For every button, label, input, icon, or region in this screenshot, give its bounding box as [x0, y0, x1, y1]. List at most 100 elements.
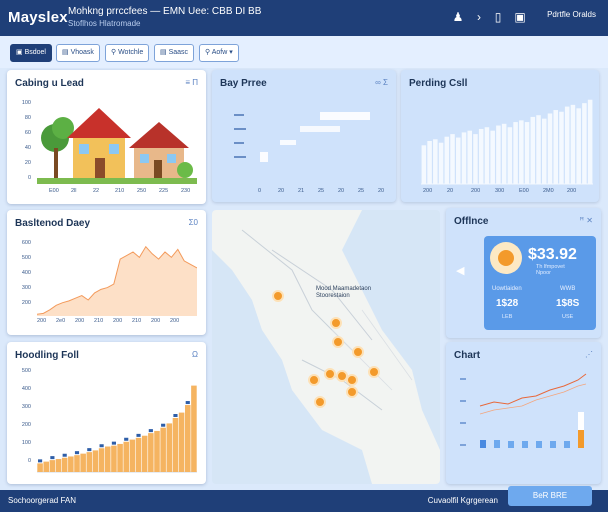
bar — [178, 412, 185, 472]
bar — [68, 456, 74, 472]
user-icon[interactable]: ♟ — [450, 9, 466, 25]
bar — [501, 123, 507, 184]
map-marker[interactable] — [330, 317, 342, 329]
x-tick-label: 200 — [567, 188, 577, 194]
y-tick-label: 80 — [24, 115, 31, 121]
panel-menu-icon[interactable]: Σ0 — [189, 218, 198, 227]
toolbar-button-4[interactable]: ▤ Saasc — [154, 44, 195, 62]
house-roof — [67, 108, 131, 138]
calendar-icon[interactable]: ▣ — [512, 9, 528, 25]
map-marker[interactable] — [346, 386, 358, 398]
bar-label-marker — [87, 448, 92, 452]
map-marker[interactable] — [346, 374, 358, 386]
toolbar-button-3[interactable]: ⚲ Wotchle — [105, 44, 150, 62]
document-icon[interactable]: ▯ — [490, 9, 506, 25]
x-tick-label: 300 — [495, 188, 505, 194]
bar — [104, 446, 111, 472]
x-tick-label: 200 — [471, 188, 481, 194]
stat-label-right: WWB — [560, 286, 576, 292]
toolbar-button-label: Bsdoel — [24, 49, 46, 56]
x-tick-label: E00 — [49, 188, 59, 194]
page-title: Mohkng prrccfees — EMN Uee: CBB DI BB — [68, 6, 262, 17]
page-subtitle: Stoflhos Hlatromade — [68, 19, 141, 28]
footer-action-button[interactable]: BeR BRE — [508, 486, 592, 506]
area-fill — [37, 246, 197, 316]
map-panel[interactable]: Mood Maamadetaon Stoorestaion — [212, 210, 440, 484]
y-tick-label: 200 — [21, 422, 31, 428]
pending-panel: Perding Csll 200 20 200 300 E00 2M0 200 — [401, 70, 599, 202]
map-marker[interactable] — [314, 396, 326, 408]
bar — [587, 99, 593, 184]
stat-value-right: 1$8S — [556, 298, 580, 309]
bar — [564, 106, 570, 184]
toolbar-button-label: Vhoask — [70, 49, 94, 56]
map-marker[interactable] — [324, 368, 336, 380]
brand-logo[interactable]: Mayslex — [8, 9, 68, 26]
y-tick-label: 600 — [21, 240, 31, 246]
stats-gauge-icon — [490, 242, 522, 274]
bar — [444, 136, 450, 184]
bar-label-marker — [38, 459, 43, 463]
bar — [43, 461, 50, 472]
bar-label-marker — [173, 414, 178, 417]
bar — [86, 452, 93, 472]
chart-panel: Chart ⋰ — [446, 342, 601, 484]
y-tick-label: 500 — [21, 368, 31, 374]
bar — [519, 120, 524, 184]
toolbar-button-1[interactable]: ▣ Bsdoel — [10, 44, 52, 62]
map-marker[interactable] — [272, 290, 284, 302]
x-tick-label: 210 — [132, 318, 142, 324]
y-tick-label: 100 — [21, 100, 31, 106]
map-marker[interactable] — [368, 366, 380, 378]
pending-bar-chart — [421, 99, 593, 185]
chevron-right-icon[interactable]: › — [471, 9, 487, 25]
bar — [129, 439, 136, 472]
x-tick-label: 20 — [378, 188, 385, 194]
bar — [524, 122, 530, 184]
bar — [461, 132, 467, 184]
bar — [559, 111, 564, 184]
map-marker[interactable] — [352, 346, 364, 358]
panel-title: Offlnce — [454, 216, 489, 227]
bar — [484, 127, 490, 184]
stat-value-left: 1$28 — [496, 298, 519, 309]
y-tick-label: 0 — [27, 458, 31, 464]
panel-menu-icon[interactable]: ⋰ — [585, 350, 593, 359]
panel-menu-icon[interactable]: ≡ Π — [185, 78, 198, 87]
stat-label-left: Uowtlaiden — [492, 286, 522, 292]
panel-menu-icon[interactable]: ∞ Σ — [375, 78, 388, 87]
bar — [166, 423, 173, 472]
x-tick-label: 20 — [338, 188, 345, 194]
panel-menu-icon[interactable]: ꟸ ✕ — [579, 216, 593, 225]
toolbar-button-5[interactable]: ⚲ Aofw ▾ — [199, 44, 239, 62]
bar — [553, 110, 558, 184]
bar — [421, 145, 427, 184]
x-tick-label: 230 — [181, 188, 191, 194]
panel-menu-icon[interactable]: Ω — [192, 350, 198, 359]
x-tick-label: 200 — [151, 318, 161, 324]
bar — [438, 142, 444, 184]
x-tick-label: 0 — [258, 188, 262, 194]
bar — [111, 445, 117, 472]
bar — [433, 139, 438, 184]
footer: Sochoorgerad FAN Cuvaolfil Kgrgerean BeR… — [0, 486, 608, 512]
chevron-left-icon[interactable]: ◀ — [456, 264, 464, 277]
bar — [570, 104, 576, 184]
bar — [530, 116, 536, 184]
bar — [427, 141, 432, 184]
x-tick-label: 20 — [447, 188, 454, 194]
bar-label-marker — [124, 437, 129, 441]
gantt-bar — [300, 126, 340, 132]
x-tick-label: 200 — [37, 318, 47, 324]
toolbar-button-2[interactable]: ▤ Vhoask — [56, 44, 100, 62]
bar — [98, 448, 105, 472]
land-area — [212, 210, 440, 484]
map-marker[interactable] — [332, 336, 344, 348]
panel-title: Perding Csll — [409, 78, 468, 89]
bar — [582, 103, 587, 184]
y-tick-label: 60 — [24, 130, 31, 136]
x-tick-label: 2M0 — [543, 188, 554, 194]
bar — [141, 435, 148, 472]
map-marker[interactable] — [308, 374, 320, 386]
profile-menu[interactable]: Pdrtfle Oralds — [547, 10, 596, 19]
